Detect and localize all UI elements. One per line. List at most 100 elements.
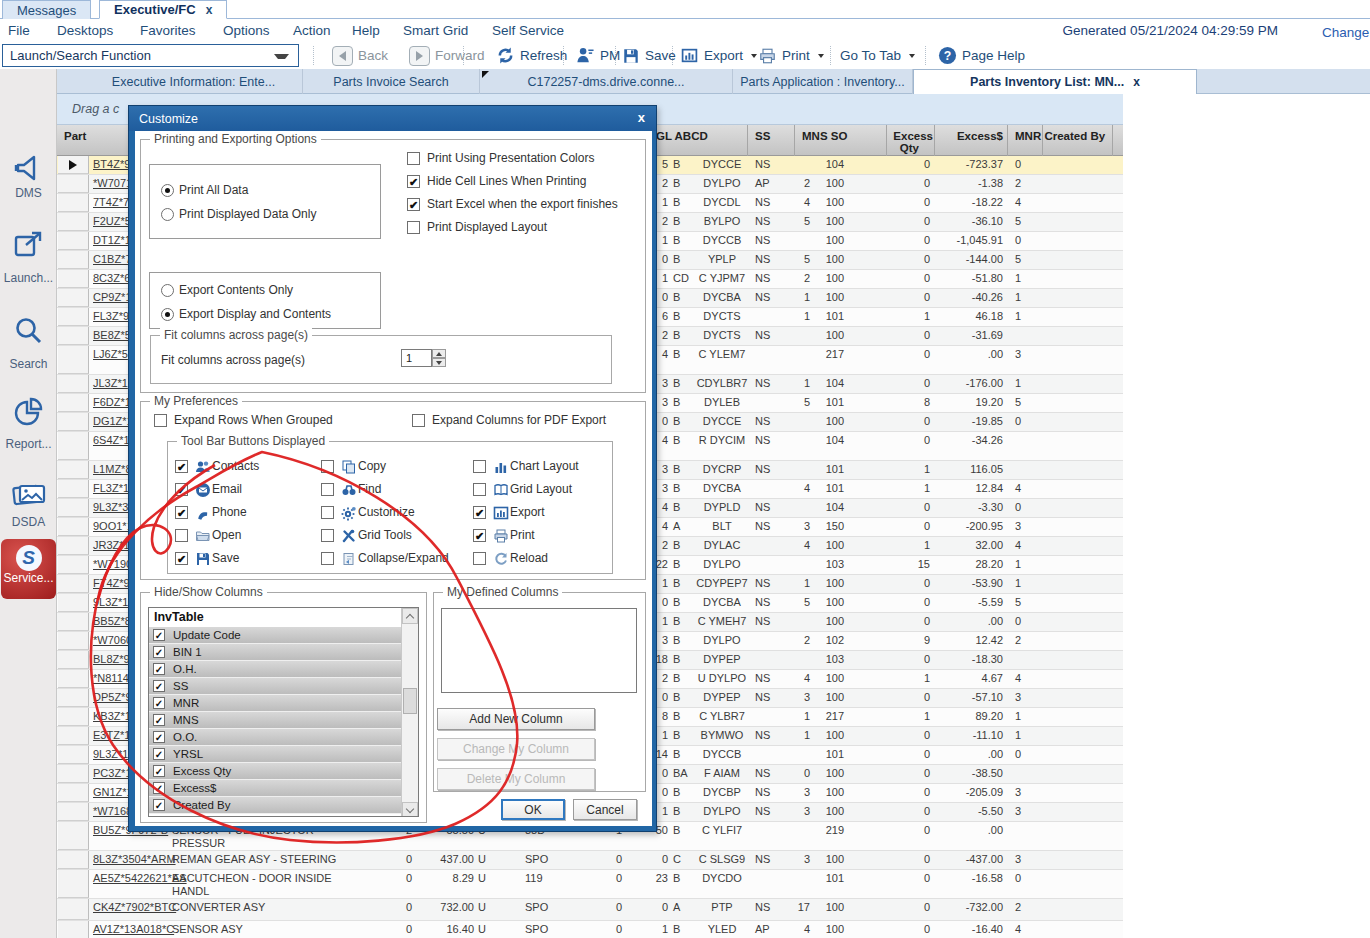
part-number-link[interactable]: *W7190 — [93, 558, 132, 570]
add-new-column-button[interactable]: Add New Column — [437, 708, 595, 730]
part-number-link[interactable]: BE8Z*5 — [93, 329, 131, 341]
row-selector[interactable] — [58, 327, 89, 345]
scroll-up-icon[interactable] — [402, 608, 418, 624]
row-selector[interactable] — [58, 708, 89, 726]
part-number-link[interactable]: *W7071 — [93, 177, 132, 189]
part-number-link[interactable]: L1MZ*8 — [93, 463, 132, 475]
go-to-tab-button[interactable]: Go To Tab — [840, 45, 915, 66]
page-tab-2[interactable]: Parts Invoice Search — [303, 69, 480, 94]
col-header-mns-so[interactable]: MNS SO — [802, 130, 847, 142]
row-selector[interactable] — [58, 232, 89, 250]
scroll-down-icon[interactable] — [402, 802, 418, 817]
menu-item-desktops[interactable]: Desktops — [57, 23, 113, 38]
ok-button[interactable]: OK — [501, 799, 565, 820]
col-header-mnr-created-by[interactable]: MNR Created By — [1015, 130, 1105, 142]
part-number-link[interactable]: FL3Z*1 — [93, 482, 129, 494]
dialog-close-icon[interactable]: x — [638, 110, 645, 125]
checkbox-print-displayed-layout[interactable] — [407, 221, 420, 234]
checkbox-hide-cell-lines-when-printing[interactable]: ✔ — [407, 175, 420, 188]
checkbox-grid-tools[interactable] — [321, 529, 334, 542]
part-number-link[interactable]: PC3Z*1 — [93, 767, 132, 779]
part-number-link[interactable]: GN1Z*1 — [93, 786, 133, 798]
menu-item-favorites[interactable]: Favorites — [140, 23, 196, 38]
checkbox-print[interactable]: ✔ — [473, 529, 486, 542]
page-tab-1[interactable]: Executive Information: Ente... — [85, 69, 303, 94]
column-list-item-mnr[interactable]: ✓MNR — [149, 695, 418, 712]
row-selector[interactable] — [58, 651, 89, 669]
menu-item-self-service[interactable]: Self Service — [492, 23, 564, 38]
part-number-link[interactable]: JL3Z*1 — [93, 377, 128, 389]
checkbox-grid-layout[interactable] — [473, 483, 486, 496]
part-number-link[interactable]: DG1Z*1 — [93, 415, 133, 427]
part-number-link[interactable]: 9L3Z*3 — [93, 501, 128, 513]
part-number-link[interactable]: BB5Z*8 — [93, 615, 131, 627]
part-number-link[interactable]: FT4Z*9 — [93, 577, 130, 589]
part-number-link[interactable]: C1BZ*7 — [93, 253, 132, 265]
cancel-button[interactable]: Cancel — [573, 799, 637, 820]
spin-down-icon[interactable] — [432, 358, 446, 367]
checkbox-save[interactable]: ✔ — [175, 552, 188, 565]
spin-up-icon[interactable] — [432, 349, 446, 358]
row-selector[interactable] — [58, 461, 89, 479]
refresh-button[interactable]: Refresh — [496, 45, 567, 66]
column-list-item-ss[interactable]: ✓SS — [149, 678, 418, 695]
row-selector[interactable] — [58, 175, 89, 193]
part-number-link[interactable]: 6S4Z*1 — [93, 434, 130, 446]
row-selector[interactable] — [58, 632, 89, 650]
checkbox-chart-layout[interactable] — [473, 460, 486, 473]
row-selector[interactable] — [58, 375, 89, 393]
part-number-link[interactable]: 8L3Z*3504*ARM — [93, 853, 176, 865]
column-checkbox[interactable]: ✓ — [153, 663, 165, 675]
part-number-link[interactable]: CP9Z*1 — [93, 291, 132, 303]
columns-scrollbar[interactable] — [401, 608, 418, 817]
change-link[interactable]: Change — [1322, 25, 1369, 40]
row-selector[interactable] — [58, 670, 89, 688]
row-selector[interactable] — [58, 537, 89, 555]
column-checkbox[interactable]: ✓ — [153, 731, 165, 743]
row-selector[interactable] — [58, 480, 89, 498]
col-header-excess-qty[interactable]: Excess — [853, 130, 933, 142]
checkbox-print-using-presentation-colors[interactable] — [407, 152, 420, 165]
part-number-link[interactable]: 9OO1*1 — [93, 520, 133, 532]
sidebar-item-report[interactable]: Report... — [0, 397, 57, 451]
print-button[interactable]: Print — [758, 45, 824, 66]
column-list-item-yrsl[interactable]: ✓YRSL — [149, 746, 418, 763]
row-selector[interactable] — [58, 784, 89, 802]
checkbox-copy[interactable] — [321, 460, 334, 473]
scrollbar-thumb[interactable] — [403, 688, 417, 714]
columns-listbox[interactable]: InvTable ✓Update Code✓BIN 1✓O.H.✓SS✓MNR✓… — [148, 607, 419, 817]
row-selector[interactable] — [58, 251, 89, 269]
row-selector[interactable] — [58, 289, 89, 307]
checkbox-find[interactable] — [321, 483, 334, 496]
col-header-excess-dollar[interactable]: Excess$ — [923, 130, 1003, 142]
part-number-link[interactable]: *W7060 — [93, 634, 132, 646]
row-selector[interactable] — [58, 899, 89, 920]
checkbox-collapse-expand[interactable] — [321, 552, 334, 565]
row-selector[interactable] — [58, 194, 89, 212]
column-list-item-o-o-[interactable]: ✓O.O. — [149, 729, 418, 746]
column-list-item-o-h-[interactable]: ✓O.H. — [149, 661, 418, 678]
part-number-link[interactable]: KB3Z*1 — [93, 710, 131, 722]
menu-item-smart-grid[interactable]: Smart Grid — [403, 23, 468, 38]
column-list-item-update-code[interactable]: ✓Update Code — [149, 627, 418, 644]
row-selector[interactable] — [58, 803, 89, 821]
row-selector[interactable] — [58, 613, 89, 631]
row-selector[interactable] — [58, 870, 89, 898]
checkbox-expand-columns-for-pdf-export[interactable] — [412, 414, 425, 427]
save-button[interactable]: Save — [622, 45, 676, 66]
column-checkbox[interactable]: ✓ — [153, 748, 165, 760]
part-number-link[interactable]: 8C3Z*6 — [93, 272, 130, 284]
checkbox-open[interactable] — [175, 529, 188, 542]
part-number-link[interactable]: BT4Z*9 — [93, 158, 130, 170]
column-checkbox[interactable]: ✓ — [153, 799, 165, 811]
fit-columns-input[interactable]: 1 — [401, 349, 432, 367]
row-selector[interactable] — [58, 413, 89, 431]
row-selector[interactable] — [58, 575, 89, 593]
radio-print-displayed-data-only[interactable] — [161, 208, 174, 221]
part-number-link[interactable]: 9L3Z*1 — [93, 596, 128, 608]
sidebar-item-service[interactable]: SService... — [1, 539, 56, 599]
column-checkbox[interactable]: ✓ — [153, 629, 165, 641]
tab-executive-fc[interactable]: Executive/FCx — [99, 0, 227, 19]
row-selector[interactable] — [58, 727, 89, 745]
row-selector[interactable] — [58, 270, 89, 288]
